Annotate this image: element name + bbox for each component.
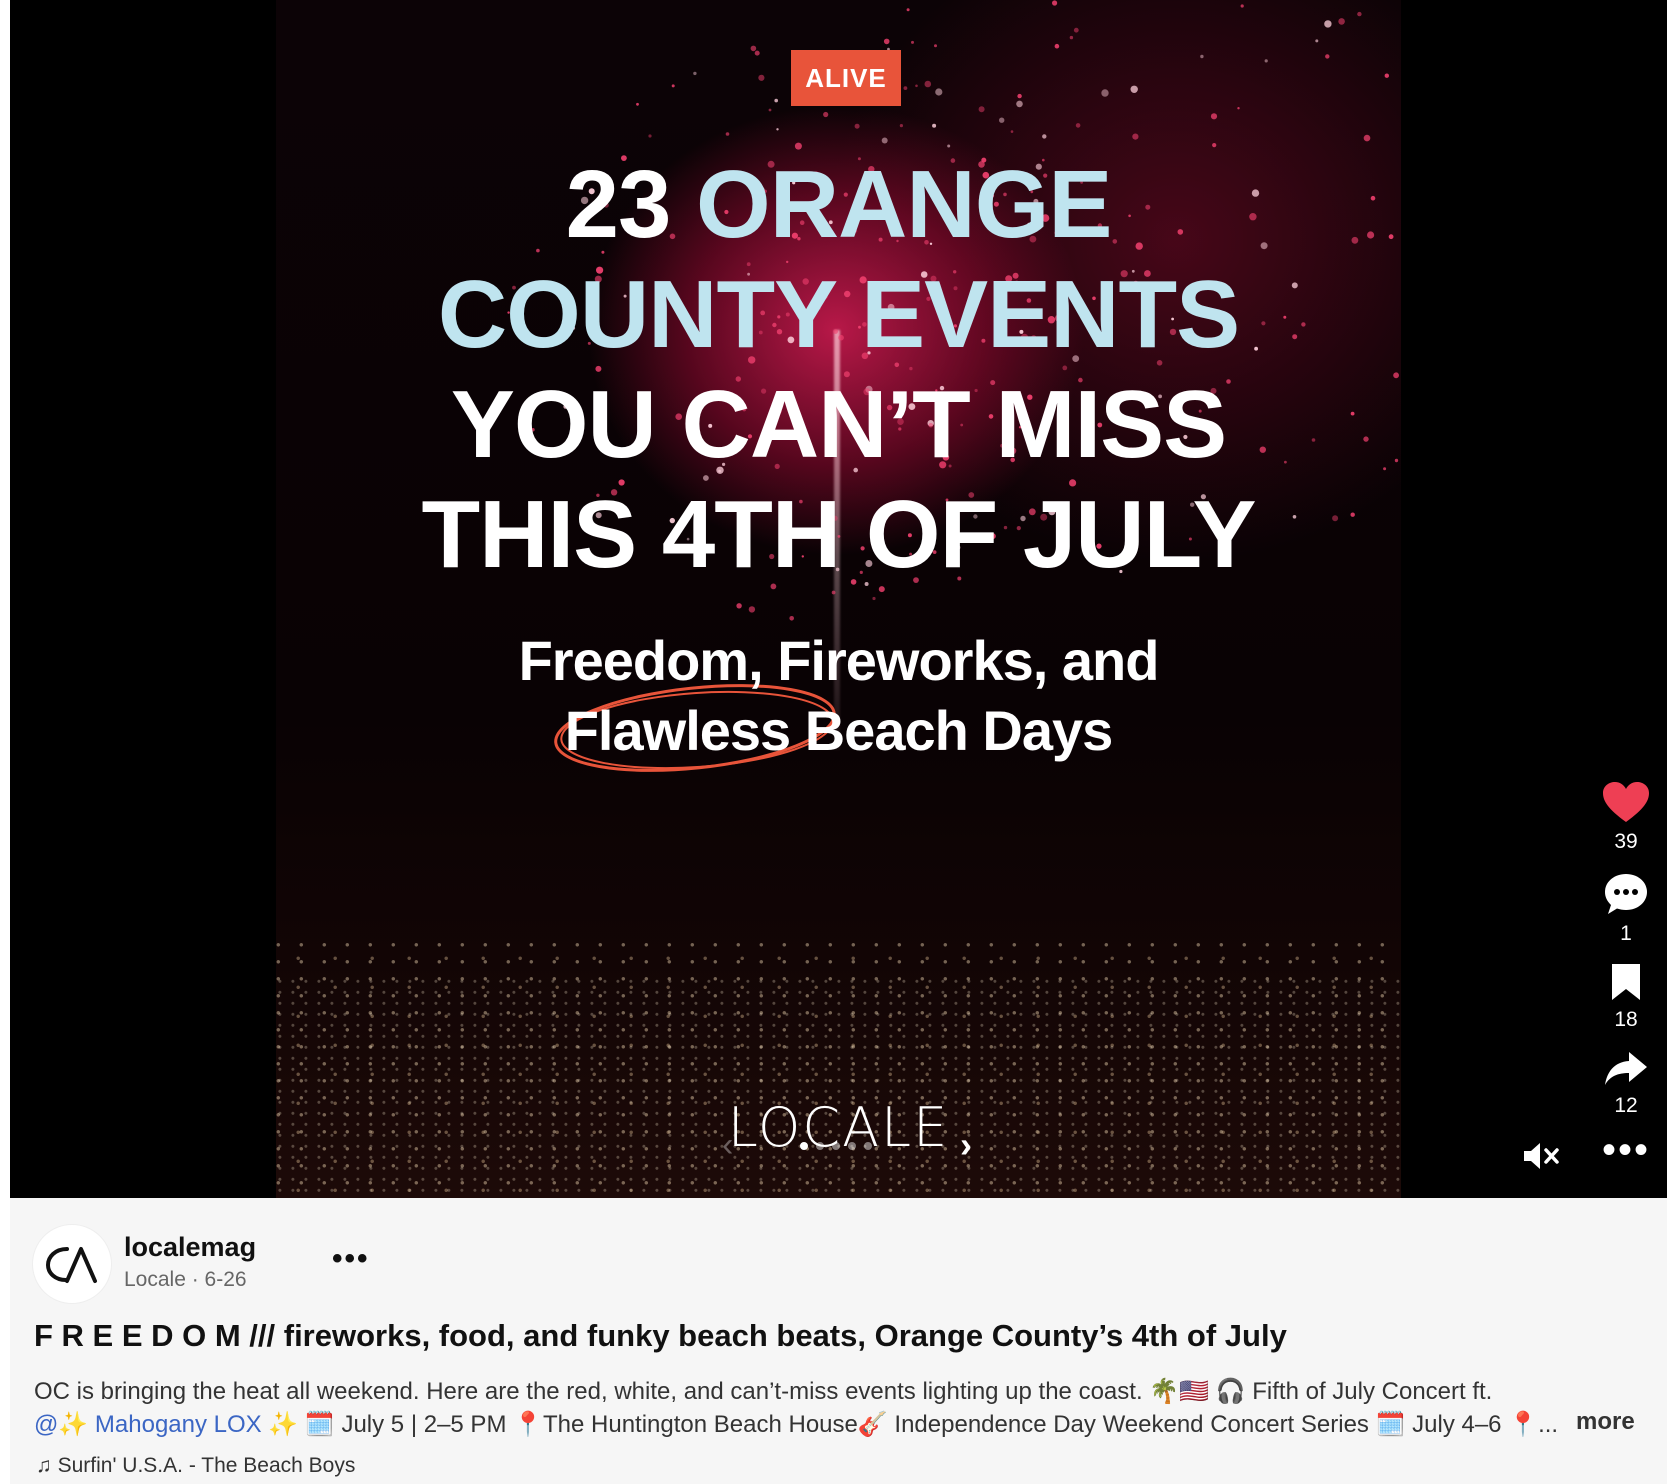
firework-spark bbox=[1212, 143, 1217, 148]
comment-button[interactable]: 1 bbox=[1590, 872, 1662, 946]
firework-spark bbox=[903, 86, 908, 90]
firework-spark bbox=[1200, 54, 1204, 59]
firework-spark bbox=[872, 596, 876, 601]
firework-spark bbox=[1069, 35, 1074, 40]
carousel-dots bbox=[800, 1142, 872, 1150]
firework-spark bbox=[1384, 73, 1390, 78]
firework-spark bbox=[1042, 134, 1047, 139]
firework-spark bbox=[854, 123, 860, 129]
firework-spark bbox=[1357, 11, 1362, 17]
post-title: F R E E D O M /// fireworks, food, and f… bbox=[34, 1318, 1287, 1353]
firework-spark bbox=[1264, 59, 1268, 63]
bookmark-icon bbox=[1612, 964, 1640, 1000]
firework-spark bbox=[1017, 93, 1022, 99]
poster-headline: 23 ORANGE COUNTY EVENTS YOU CAN’T MISS T… bbox=[421, 151, 1257, 588]
post-username[interactable]: localemag bbox=[124, 1232, 256, 1263]
comment-icon bbox=[1605, 874, 1647, 914]
firework-spark bbox=[1325, 54, 1330, 59]
firework-spark bbox=[1132, 133, 1139, 140]
share-button[interactable]: 12 bbox=[1590, 1050, 1662, 1118]
avatar[interactable] bbox=[32, 1224, 112, 1304]
firework-spark bbox=[1210, 113, 1218, 120]
firework-spark bbox=[736, 603, 742, 609]
carousel-dot bbox=[800, 1142, 808, 1150]
like-button[interactable]: 39 bbox=[1590, 782, 1662, 854]
save-count: 18 bbox=[1614, 1008, 1638, 1031]
music-track-label: Surfin' U.S.A. - The Beach Boys bbox=[57, 1454, 356, 1477]
firework-spark bbox=[1315, 39, 1319, 43]
firework-spark bbox=[776, 128, 779, 131]
firework-spark bbox=[768, 108, 772, 112]
carousel-dot bbox=[832, 1142, 840, 1150]
heart-icon bbox=[1603, 782, 1649, 822]
firework-spark bbox=[978, 106, 985, 113]
firework-spark bbox=[1338, 18, 1345, 25]
firework-spark bbox=[774, 98, 778, 103]
firework-spark bbox=[1130, 85, 1138, 94]
firework-spark bbox=[758, 74, 765, 81]
firework-spark bbox=[693, 71, 697, 76]
more-options-button[interactable]: ••• bbox=[1602, 1130, 1650, 1170]
comment-count: 1 bbox=[1620, 922, 1632, 945]
firework-spark bbox=[1054, 43, 1060, 49]
muted-speaker-icon[interactable] bbox=[1522, 1140, 1560, 1172]
poster-subheadline: Freedom, Fireworks, and Flawless Beach D… bbox=[518, 629, 1160, 762]
share-icon bbox=[1605, 1052, 1647, 1085]
carousel-prev-button[interactable]: ‹ bbox=[722, 1126, 733, 1165]
firework-spark bbox=[924, 80, 932, 88]
carousel-dot bbox=[816, 1142, 824, 1150]
firework-spark bbox=[1073, 27, 1079, 33]
post-body: OC is bringing the heat all weekend. Her… bbox=[34, 1378, 1559, 1438]
firework-spark bbox=[934, 44, 937, 48]
post-more-button[interactable]: ••• bbox=[332, 1242, 370, 1276]
firework-spark bbox=[636, 102, 639, 106]
firework-spark bbox=[932, 123, 937, 128]
firework-spark bbox=[1240, 4, 1244, 8]
alive-badge: ALIVE bbox=[791, 50, 901, 106]
firework-spark bbox=[1010, 130, 1014, 133]
firework-spark bbox=[671, 84, 675, 88]
carousel-next-button[interactable]: › bbox=[960, 1124, 972, 1166]
firework-spark bbox=[748, 606, 756, 613]
share-count: 12 bbox=[1614, 1094, 1638, 1117]
post-caption-panel: localemag Locale · 6-26 ••• F R E E D O … bbox=[10, 1198, 1667, 1484]
firework-spark bbox=[725, 132, 730, 136]
music-track[interactable]: ♫ Surfin' U.S.A. - The Beach Boys bbox=[36, 1454, 355, 1478]
firework-spark bbox=[648, 134, 652, 138]
firework-spark bbox=[906, 8, 910, 12]
firework-spark bbox=[1324, 20, 1332, 28]
firework-spark bbox=[999, 117, 1005, 123]
firework-spark bbox=[899, 124, 904, 128]
firework-spark bbox=[1237, 107, 1240, 110]
firework-spark bbox=[750, 45, 757, 52]
firework-spark bbox=[794, 142, 802, 150]
firework-spark bbox=[947, 144, 951, 148]
firework-spark bbox=[1052, 0, 1058, 6]
carousel-dot bbox=[864, 1142, 872, 1150]
firework-spark bbox=[911, 40, 914, 44]
firework-spark bbox=[1075, 123, 1081, 128]
carousel-dot bbox=[848, 1142, 856, 1150]
firework-spark bbox=[1101, 89, 1109, 97]
read-more-link[interactable]: more bbox=[1576, 1408, 1635, 1436]
reel-media[interactable]: ALIVE 23 ORANGE COUNTY EVENTS YOU CAN’T … bbox=[10, 0, 1667, 1198]
firework-spark bbox=[883, 38, 890, 45]
firework-spark bbox=[1016, 100, 1023, 108]
firework-spark bbox=[1363, 134, 1371, 142]
firework-spark bbox=[915, 84, 918, 88]
like-count: 39 bbox=[1614, 830, 1638, 853]
save-button[interactable]: 18 bbox=[1590, 962, 1662, 1032]
firework-spark bbox=[823, 111, 829, 118]
firework-spark bbox=[789, 616, 794, 621]
firework-spark bbox=[881, 137, 888, 144]
post-meta: Locale · 6-26 bbox=[124, 1268, 247, 1291]
music-note-icon: ♫ bbox=[36, 1454, 52, 1477]
firework-spark bbox=[831, 590, 836, 595]
firework-spark bbox=[935, 88, 943, 96]
mention-link[interactable]: @✨ Mahogany LOX bbox=[34, 1411, 262, 1438]
firework-spark bbox=[754, 50, 760, 56]
